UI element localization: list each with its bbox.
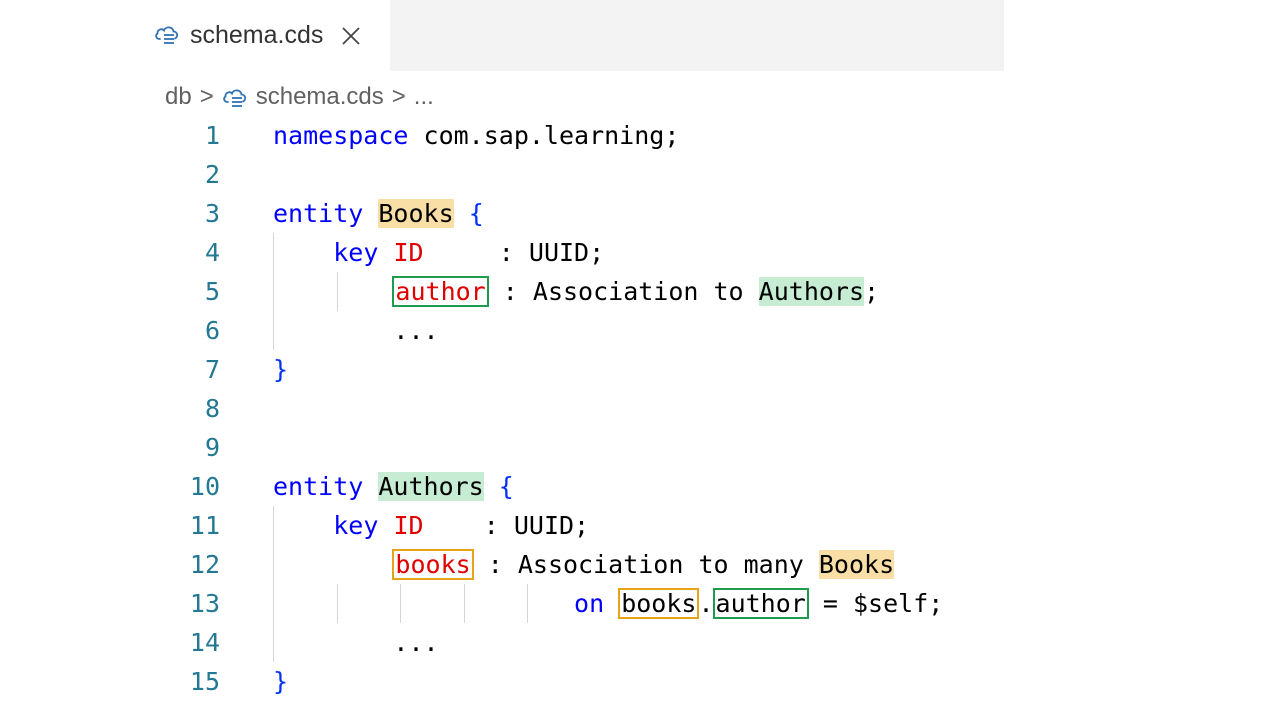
- code-token: }: [273, 667, 289, 696]
- code-text: }: [273, 662, 288, 701]
- breadcrumb-folder[interactable]: db: [165, 83, 192, 111]
- code-token: com.sap.learning;: [408, 121, 680, 150]
- code-text: entity Authors {: [273, 467, 514, 506]
- code-token: ...: [273, 628, 439, 657]
- code-token: }: [273, 355, 289, 384]
- code-token: key: [333, 238, 379, 267]
- tab-strip: [390, 0, 1004, 71]
- line-number: 10: [189, 472, 220, 501]
- cds-file-icon: [154, 22, 180, 50]
- code-text: namespace com.sap.learning;: [273, 116, 679, 155]
- line-number: 4: [204, 238, 220, 267]
- code-token: entity: [273, 199, 364, 228]
- code-text: key ID : UUID;: [273, 233, 604, 272]
- code-line[interactable]: 13 on books.author = $self;: [0, 584, 1280, 623]
- cds-file-icon: [222, 85, 248, 109]
- line-number: 14: [189, 628, 220, 657]
- code-token: : UUID;: [423, 238, 605, 267]
- line-number: 5: [204, 277, 220, 306]
- code-line[interactable]: 3 entity Books {: [0, 194, 1280, 233]
- code-text: on books.author = $self;: [273, 584, 943, 623]
- code-token: ;: [864, 277, 880, 306]
- code-text: books : Association to many Books: [273, 545, 895, 584]
- code-line[interactable]: 1 namespace com.sap.learning;: [0, 116, 1280, 155]
- code-line[interactable]: 9: [0, 428, 1280, 467]
- code-text: entity Books {: [273, 194, 484, 233]
- breadcrumb-file[interactable]: schema.cds: [256, 83, 384, 111]
- code-line[interactable]: 7}: [0, 350, 1280, 389]
- breadcrumb-separator: >: [199, 83, 214, 110]
- code-token: Authors: [758, 277, 865, 306]
- code-line[interactable]: 11 key ID : UUID;: [0, 506, 1280, 545]
- code-line[interactable]: 4 key ID : UUID;: [0, 233, 1280, 272]
- close-icon[interactable]: [341, 26, 361, 46]
- line-number: 1: [204, 121, 220, 150]
- line-number: 15: [189, 667, 220, 696]
- code-text: key ID : UUID;: [273, 506, 589, 545]
- code-token: Authors: [378, 472, 484, 501]
- code-text: author : Association to Authors;: [273, 272, 879, 311]
- breadcrumb-separator: >: [391, 83, 406, 110]
- tab-schema-cds[interactable]: schema.cds: [140, 0, 390, 71]
- tab-label: schema.cds: [190, 21, 324, 49]
- line-number: 11: [189, 511, 220, 540]
- line-number: 6: [204, 316, 220, 345]
- line-number: 7: [204, 355, 220, 384]
- code-text: }: [273, 350, 288, 389]
- code-line[interactable]: 14 ...: [0, 623, 1280, 662]
- code-token: : UUID;: [423, 511, 590, 540]
- line-number: 12: [189, 550, 220, 579]
- code-token: Books: [378, 199, 454, 228]
- line-number: 2: [204, 160, 220, 189]
- code-token: {: [498, 472, 514, 501]
- code-line[interactable]: 6 ...: [0, 311, 1280, 350]
- code-token: Books: [818, 550, 895, 579]
- code-token: : Association to many: [472, 550, 819, 579]
- code-token: {: [468, 199, 484, 228]
- breadcrumb: db > schema.cds > ...: [165, 80, 434, 114]
- code-token: author: [712, 588, 809, 619]
- code-text: ...: [273, 623, 439, 662]
- line-number: 9: [204, 433, 220, 462]
- code-token: .: [698, 589, 714, 618]
- code-token: books: [618, 588, 700, 619]
- breadcrumb-more[interactable]: ...: [414, 83, 434, 111]
- code-line[interactable]: 2: [0, 155, 1280, 194]
- line-number: 3: [204, 199, 220, 228]
- code-token: key: [333, 511, 379, 540]
- code-token: on: [574, 589, 605, 618]
- code-token: namespace: [273, 121, 409, 150]
- code-editor[interactable]: 1 namespace com.sap.learning; 2 3 entity Boo…: [0, 116, 1280, 700]
- code-line[interactable]: 8: [0, 389, 1280, 428]
- code-line[interactable]: 10 entity Authors {: [0, 467, 1280, 506]
- code-token: entity: [273, 472, 364, 501]
- line-number: 8: [204, 394, 220, 423]
- code-token: books: [392, 549, 474, 580]
- code-text: ...: [273, 311, 439, 350]
- code-token: author: [392, 276, 489, 307]
- code-token: ID: [393, 511, 424, 540]
- code-line[interactable]: 5 author : Association to Authors;: [0, 272, 1280, 311]
- line-number: 13: [189, 589, 220, 618]
- code-line[interactable]: 12 books : Association to many Books: [0, 545, 1280, 584]
- code-line[interactable]: 15}: [0, 662, 1280, 701]
- code-token: : Association to: [487, 277, 759, 306]
- code-token: = $self;: [807, 589, 944, 618]
- code-token: ID: [393, 238, 424, 267]
- code-token: ...: [273, 316, 439, 345]
